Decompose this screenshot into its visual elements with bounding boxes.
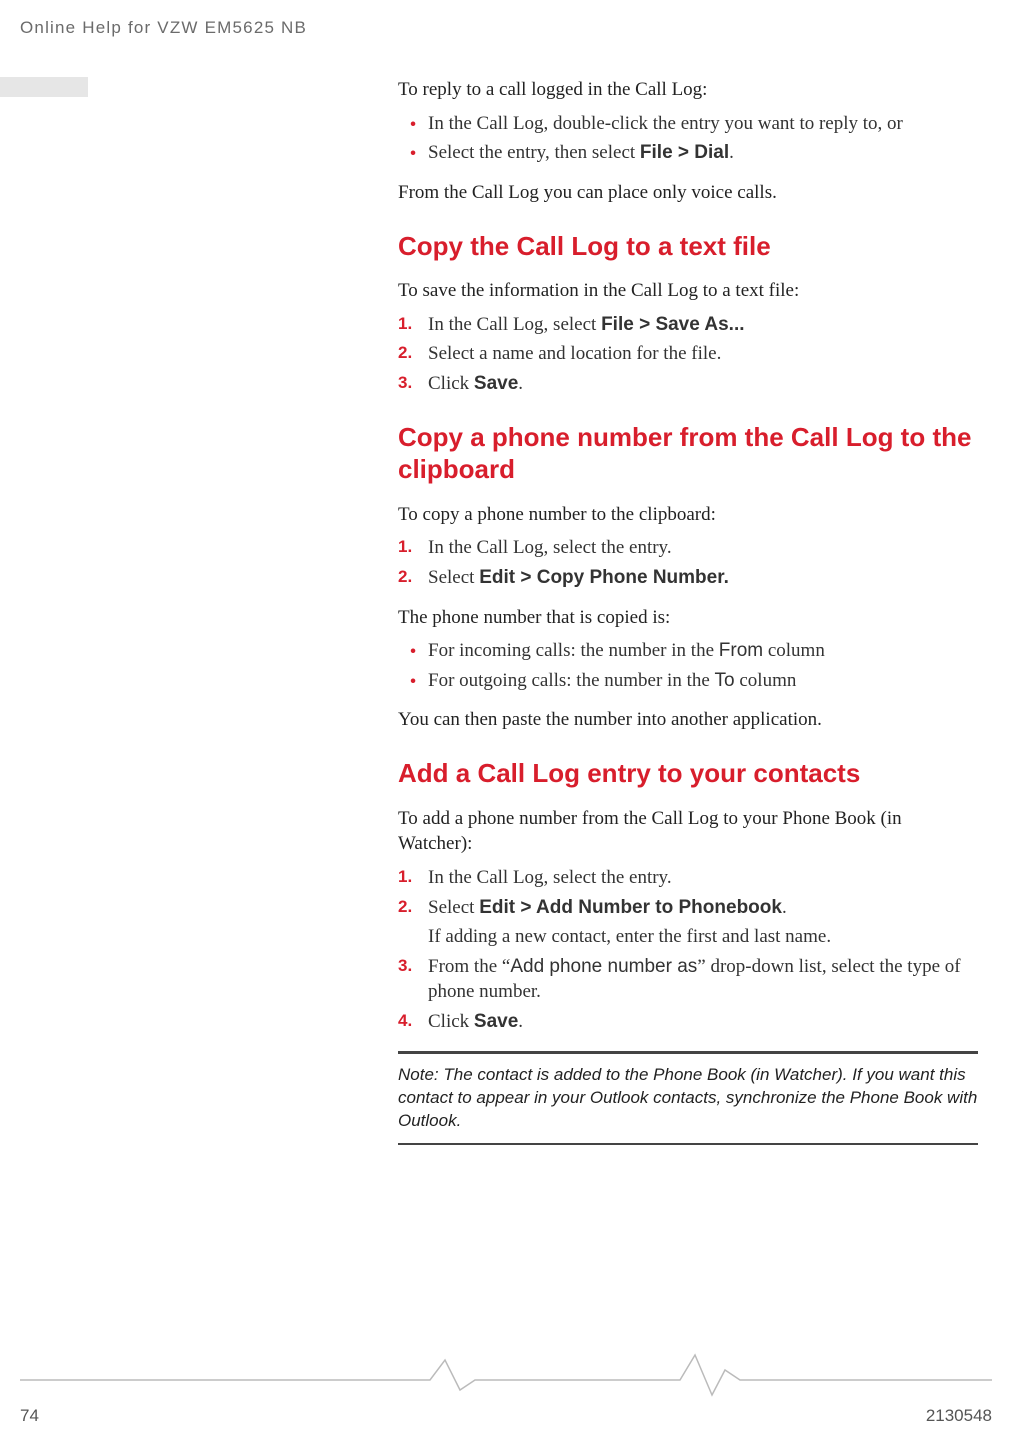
text: For incoming calls: the number in the [428, 640, 719, 661]
bullet-icon: • [398, 668, 428, 693]
item-text: In the Call Log, select the entry. [428, 865, 978, 891]
step-number: 2. [398, 565, 428, 589]
bullet-icon: • [398, 638, 428, 663]
text: . [782, 897, 787, 918]
text: Click [428, 1011, 474, 1032]
step-number: 1. [398, 312, 428, 336]
list-item: 3. From the “Add phone number as” drop-d… [398, 954, 978, 1005]
sec2-steps: 1. In the Call Log, select the entry. 2.… [398, 535, 978, 590]
step-number: 4. [398, 1009, 428, 1033]
text: Select the entry, then select [428, 142, 640, 163]
sec2-lead: To copy a phone number to the clipboard: [398, 502, 978, 528]
sec3-lead: To add a phone number from the Call Log … [398, 806, 978, 857]
intro-lead: To reply to a call logged in the Call Lo… [398, 77, 978, 103]
text: . [518, 373, 523, 394]
item-text: Click Save. [428, 1009, 978, 1035]
menu-path: File > Dial [640, 142, 729, 163]
tab-marker [0, 77, 88, 97]
text: column [735, 670, 797, 691]
step-number: 2. [398, 341, 428, 365]
text: Select [428, 567, 479, 588]
list-item: 2. Select Edit > Add Number to Phonebook… [398, 895, 978, 950]
step-number: 3. [398, 954, 428, 978]
menu-path: Edit > Copy Phone Number. [479, 567, 729, 588]
divider [398, 1051, 978, 1054]
text: In the Call Log, select [428, 314, 601, 335]
step-extra: If adding a new contact, enter the first… [428, 924, 978, 950]
item-text: From the “Add phone number as” drop-down… [428, 954, 978, 1005]
list-item: 4. Click Save. [398, 1009, 978, 1035]
list-item: 2. Select a name and location for the fi… [398, 341, 978, 367]
footer-decoration [0, 1340, 1012, 1400]
item-text: For incoming calls: the number in the Fr… [428, 638, 978, 664]
bullet-icon: • [398, 140, 428, 165]
intro-after: From the Call Log you can place only voi… [398, 180, 978, 206]
item-text: Click Save. [428, 371, 978, 397]
note-text: Note: The contact is added to the Phone … [398, 1064, 978, 1133]
text: Click [428, 373, 474, 394]
sec1-lead: To save the information in the Call Log … [398, 278, 978, 304]
list-item: 2. Select Edit > Copy Phone Number. [398, 565, 978, 591]
text: Select [428, 897, 479, 918]
item-text: In the Call Log, select File > Save As..… [428, 312, 978, 338]
step-number: 3. [398, 371, 428, 395]
item-text: In the Call Log, double-click the entry … [428, 111, 978, 137]
item-text: For outgoing calls: the number in the To… [428, 668, 978, 694]
section-heading-add-contacts: Add a Call Log entry to your contacts [398, 757, 978, 790]
list-item: 1. In the Call Log, select the entry. [398, 535, 978, 561]
list-item: • In the Call Log, double-click the entr… [398, 111, 978, 137]
ui-label: From [719, 640, 763, 661]
menu-path: File > Save As... [601, 314, 744, 335]
menu-path: Edit > Add Number to Phonebook [479, 897, 782, 918]
list-item: 1. In the Call Log, select File > Save A… [398, 312, 978, 338]
sec1-steps: 1. In the Call Log, select File > Save A… [398, 312, 978, 397]
step-number: 1. [398, 865, 428, 889]
item-text: In the Call Log, select the entry. [428, 535, 978, 561]
item-text: Select Edit > Add Number to Phonebook. I… [428, 895, 978, 950]
step-number: 1. [398, 535, 428, 559]
list-item: 3. Click Save. [398, 371, 978, 397]
note-block: Note: The contact is added to the Phone … [398, 1051, 978, 1145]
page-number: 74 [20, 1406, 39, 1426]
sec2-after: You can then paste the number into anoth… [398, 707, 978, 733]
main-content: To reply to a call logged in the Call Lo… [398, 77, 978, 1145]
page-header: Online Help for VZW EM5625 NB [20, 18, 307, 38]
step-number: 2. [398, 895, 428, 919]
section-heading-copy-text: Copy the Call Log to a text file [398, 230, 978, 263]
ui-label: Save [474, 1011, 518, 1032]
list-item: • For outgoing calls: the number in the … [398, 668, 978, 694]
ui-label: Save [474, 373, 518, 394]
divider [398, 1143, 978, 1145]
list-item: • Select the entry, then select File > D… [398, 140, 978, 166]
text: For outgoing calls: the number in the [428, 670, 715, 691]
item-text: Select the entry, then select File > Dia… [428, 140, 978, 166]
bullet-icon: • [398, 111, 428, 136]
item-text: Select Edit > Copy Phone Number. [428, 565, 978, 591]
section-heading-copy-clipboard: Copy a phone number from the Call Log to… [398, 421, 978, 486]
ui-label: To [715, 670, 735, 691]
text: column [763, 640, 825, 661]
doc-number: 2130548 [926, 1406, 992, 1426]
sec2-bullets: • For incoming calls: the number in the … [398, 638, 978, 693]
sec2-mid: The phone number that is copied is: [398, 605, 978, 631]
intro-bullets: • In the Call Log, double-click the entr… [398, 111, 978, 166]
ui-label: Add phone number as [510, 956, 697, 977]
text: . [729, 142, 734, 163]
text: . [518, 1011, 523, 1032]
list-item: 1. In the Call Log, select the entry. [398, 865, 978, 891]
list-item: • For incoming calls: the number in the … [398, 638, 978, 664]
page-footer: 74 2130548 [20, 1406, 992, 1426]
text: From the “ [428, 956, 510, 977]
item-text: Select a name and location for the file. [428, 341, 978, 367]
sec3-steps: 1. In the Call Log, select the entry. 2.… [398, 865, 978, 1035]
